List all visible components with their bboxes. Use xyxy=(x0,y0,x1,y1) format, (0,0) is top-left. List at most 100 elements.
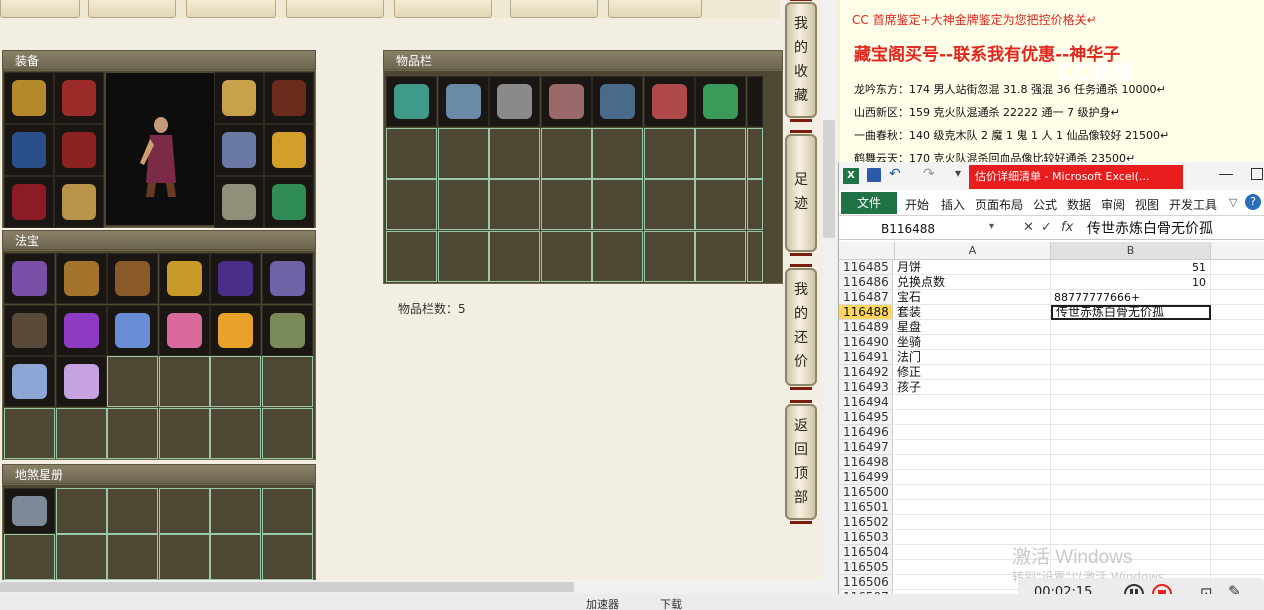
equipment-slot[interactable] xyxy=(54,176,104,228)
fabao-slot[interactable] xyxy=(261,253,313,304)
select-all-corner[interactable] xyxy=(839,242,895,260)
row-header[interactable]: 116501 xyxy=(839,500,893,515)
fabao-slot[interactable] xyxy=(107,356,158,407)
inventory-slot[interactable] xyxy=(643,127,695,179)
cell-c[interactable] xyxy=(1211,335,1264,350)
fabao-slot[interactable] xyxy=(158,253,210,304)
cell-c[interactable] xyxy=(1211,275,1264,290)
inventory-slot[interactable] xyxy=(437,127,489,179)
cell-c[interactable] xyxy=(1211,365,1264,380)
cell-a[interactable] xyxy=(895,455,1051,470)
tab-view[interactable]: 视图 xyxy=(1135,196,1159,213)
star-book-slot[interactable] xyxy=(210,534,261,580)
star-book-slot[interactable] xyxy=(158,534,210,580)
download-label[interactable]: 下载 xyxy=(660,596,682,610)
formula-input[interactable]: 传世赤炼白骨无价孤 xyxy=(1087,220,1213,238)
fabao-slot[interactable] xyxy=(107,253,158,304)
cell-b[interactable] xyxy=(1051,500,1211,515)
cell-b[interactable] xyxy=(1051,395,1211,410)
back-to-top-button[interactable]: 返 回 顶 部 xyxy=(785,400,817,524)
equipment-slot[interactable] xyxy=(4,124,54,176)
cell-a[interactable] xyxy=(895,425,1051,440)
row-header[interactable]: 116485 xyxy=(839,260,893,275)
cell-b[interactable] xyxy=(1051,515,1211,530)
fabao-slot[interactable] xyxy=(210,253,261,304)
row-header[interactable]: 116499 xyxy=(839,470,893,485)
cell-a[interactable] xyxy=(895,500,1051,515)
row-header[interactable]: 116493 xyxy=(839,380,893,395)
star-book-slot[interactable] xyxy=(210,488,261,534)
save-icon[interactable] xyxy=(867,168,881,182)
fabao-slot[interactable] xyxy=(55,253,107,304)
inventory-slot[interactable] xyxy=(437,179,489,230)
row-header[interactable]: 116503 xyxy=(839,530,893,545)
row-header[interactable]: 116486 xyxy=(839,275,893,290)
tab-developer[interactable]: 开发工具 xyxy=(1169,196,1217,213)
cell-b[interactable] xyxy=(1051,380,1211,395)
star-book-slot[interactable] xyxy=(261,534,313,580)
cell-a[interactable] xyxy=(895,410,1051,425)
cell-a[interactable]: 孩子 xyxy=(895,380,1051,395)
nav-tab[interactable] xyxy=(186,0,276,18)
row-header[interactable]: 116506 xyxy=(839,575,893,590)
cell-a[interactable] xyxy=(895,515,1051,530)
cell-a[interactable]: 月饼 xyxy=(895,260,1051,275)
row-header[interactable]: 116487 xyxy=(839,290,893,305)
row-header[interactable]: 116500 xyxy=(839,485,893,500)
row-header[interactable]: 116488 xyxy=(839,305,893,320)
cell-b[interactable] xyxy=(1051,470,1211,485)
accelerator-label[interactable]: 加速器 xyxy=(586,596,619,610)
nav-tab[interactable] xyxy=(510,0,598,18)
fabao-slot[interactable] xyxy=(107,407,158,459)
inventory-slot[interactable] xyxy=(592,76,643,127)
fabao-slot[interactable] xyxy=(4,356,55,407)
tab-page-layout[interactable]: 页面布局 xyxy=(975,196,1023,213)
inventory-slot[interactable] xyxy=(540,76,592,127)
cell-b[interactable]: 10 xyxy=(1051,275,1211,290)
cell-c[interactable] xyxy=(1211,500,1264,515)
cell-a[interactable]: 套装 xyxy=(895,305,1051,320)
row-header[interactable]: 116491 xyxy=(839,350,893,365)
inventory-slot[interactable] xyxy=(489,179,540,230)
fabao-slot[interactable] xyxy=(55,407,107,459)
inventory-slot[interactable] xyxy=(386,179,437,230)
cell-c[interactable] xyxy=(1211,425,1264,440)
inventory-slot[interactable] xyxy=(695,127,746,179)
cell-c[interactable] xyxy=(1211,305,1264,320)
nav-tab[interactable] xyxy=(394,0,492,18)
cell-c[interactable] xyxy=(1211,380,1264,395)
inventory-slot[interactable] xyxy=(643,230,695,282)
inventory-slot[interactable] xyxy=(437,230,489,282)
row-header[interactable]: 116490 xyxy=(839,335,893,350)
fabao-slot[interactable] xyxy=(210,356,261,407)
fabao-slot[interactable] xyxy=(4,253,55,304)
equipment-slot[interactable] xyxy=(214,124,264,176)
cell-c[interactable] xyxy=(1211,290,1264,305)
nav-tab[interactable] xyxy=(286,0,384,18)
row-header[interactable]: 116494 xyxy=(839,395,893,410)
cell-a[interactable] xyxy=(895,395,1051,410)
cell-b[interactable] xyxy=(1051,425,1211,440)
footprints-button[interactable]: 足 迹 xyxy=(785,130,817,256)
cell-c[interactable] xyxy=(1211,530,1264,545)
vertical-scrollbar-track[interactable] xyxy=(822,0,836,590)
row-header[interactable]: 116496 xyxy=(839,425,893,440)
tab-formulas[interactable]: 公式 xyxy=(1033,196,1057,213)
inventory-slot[interactable] xyxy=(386,230,437,282)
inventory-slot[interactable] xyxy=(437,76,489,127)
equipment-slot[interactable] xyxy=(264,176,314,228)
my-counteroffer-button[interactable]: 我 的 还 价 xyxy=(785,264,817,390)
cell-b[interactable] xyxy=(1051,365,1211,380)
equipment-slot[interactable] xyxy=(4,176,54,228)
fabao-slot[interactable] xyxy=(210,304,261,356)
row-header[interactable]: 116495 xyxy=(839,410,893,425)
inventory-slot[interactable] xyxy=(489,230,540,282)
star-book-slot[interactable] xyxy=(55,488,107,534)
fabao-slot[interactable] xyxy=(158,356,210,407)
fabao-slot[interactable] xyxy=(261,407,313,459)
inventory-slot[interactable] xyxy=(386,127,437,179)
equipment-slot[interactable] xyxy=(54,124,104,176)
star-book-slot[interactable] xyxy=(158,488,210,534)
minimize-icon[interactable] xyxy=(1219,174,1233,175)
horizontal-scrollbar-thumb[interactable] xyxy=(0,582,574,592)
